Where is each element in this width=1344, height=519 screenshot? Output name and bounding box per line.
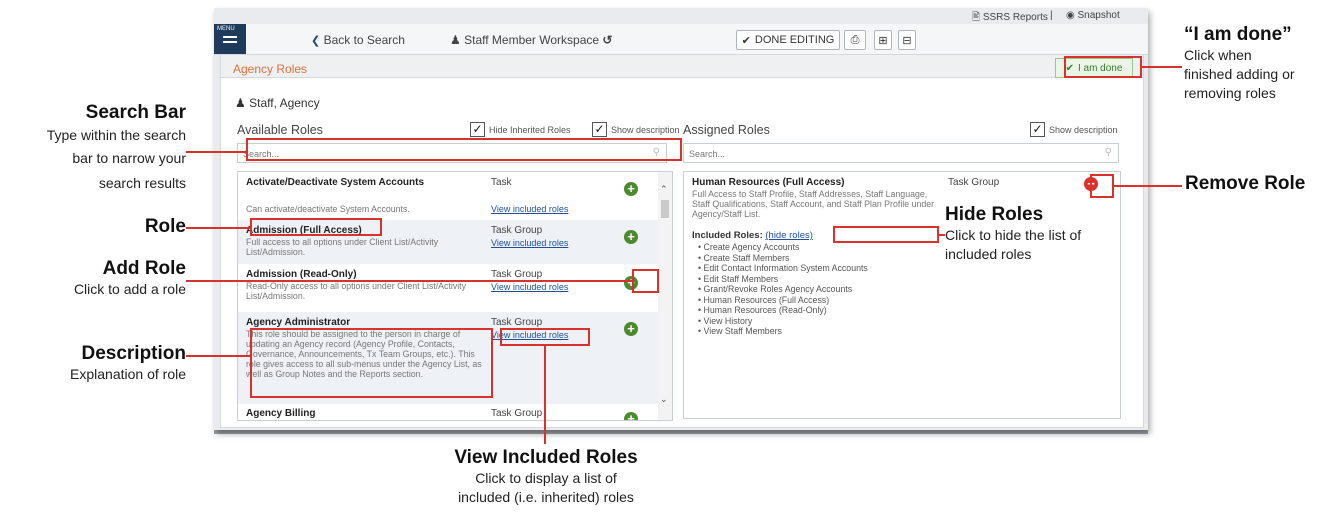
list-item: • Grant/Revoke Roles Agency Accounts <box>698 284 853 294</box>
description-callout: Description Explanation of role <box>70 343 186 382</box>
highlight-i-am-done <box>1064 56 1142 78</box>
checkbox-box[interactable]: ✓ <box>470 122 485 137</box>
list-item: • View Staff Members <box>698 326 782 336</box>
list-item: • Edit Contact Information System Accoun… <box>698 263 868 273</box>
role-name: Admission (Read-Only) <box>246 269 357 280</box>
connector-add-role <box>186 280 632 282</box>
role-name: Agency Billing <box>246 408 316 419</box>
role-name: Human Resources (Full Access) <box>692 177 845 188</box>
print-icon: ⎙ <box>850 33 860 46</box>
assigned-search-input[interactable]: Search... ⚲ <box>683 143 1119 163</box>
view-included-roles-link[interactable]: View included roles <box>491 282 568 292</box>
list-item[interactable]: Admission (Read-Only) Read-Only access t… <box>238 264 658 312</box>
check-icon: ✔ <box>741 34 751 47</box>
view-included-roles-link[interactable]: View included roles <box>491 238 568 248</box>
role-description: Read-Only access to all options under Cl… <box>246 281 467 301</box>
list-item: • Human Resources (Full Access) <box>698 294 830 305</box>
role-type: Task Group <box>948 177 1000 188</box>
list-item[interactable]: Activate/Deactivate System Accounts Can … <box>238 172 658 220</box>
highlight-remove-role <box>1090 174 1114 198</box>
i-am-done-callout: “I am done” Click when finished adding o… <box>1184 24 1295 101</box>
highlight-view-included <box>500 328 590 346</box>
search-icon: ⚲ <box>1104 147 1112 158</box>
hide-inherited-checkbox[interactable]: ✓ Hide Inherited Roles <box>470 122 571 137</box>
panel-header: Agency Roles ✔ I am done <box>221 55 1143 78</box>
checkbox-box[interactable]: ✓ <box>1030 122 1045 137</box>
role-description: Full Access to Staff Profile, Staff Addr… <box>692 189 935 219</box>
list-item: • Create Agency Accounts <box>698 242 800 252</box>
user-icon: ♟ <box>235 96 246 110</box>
list-item: • View History <box>698 315 753 326</box>
role-type: Task Group <box>491 317 543 328</box>
hide-roles-link[interactable]: (hide roles) <box>765 230 813 241</box>
show-description-checkbox[interactable]: ✓ Show description <box>592 122 680 137</box>
plus-circle-icon[interactable]: + <box>624 230 638 244</box>
list-scrollbar[interactable]: ⌃ ⌄ <box>658 172 672 420</box>
panel-title: Agency Roles <box>233 62 308 76</box>
available-roles-heading: Available Roles <box>237 123 323 137</box>
included-roles-line: Included Roles: (hide roles) <box>692 230 813 241</box>
highlight-hide-roles <box>833 226 939 243</box>
scroll-thumb[interactable] <box>661 200 669 218</box>
nav-bar: MENU ❮ Back to Search ♟ Staff Member Wor… <box>214 24 1148 55</box>
document-icon: 🖹 <box>972 12 981 23</box>
plus-circle-icon[interactable]: + <box>624 412 638 420</box>
connector-role <box>186 227 250 229</box>
role-callout: Role <box>144 216 186 237</box>
add-role-callout: Add Role Click to add a role <box>73 258 186 297</box>
connector-remove-role <box>1114 185 1182 187</box>
role-description: Can activate/deactivate System Accounts. <box>246 204 410 214</box>
highlight-add-role <box>632 269 659 293</box>
list-item: • Edit Staff Members <box>698 273 779 284</box>
back-to-search-link[interactable]: ❮ Back to Search <box>311 33 405 47</box>
scroll-up-icon[interactable]: ⌃ <box>660 184 668 195</box>
hamburger-icon <box>223 36 237 46</box>
list-item[interactable]: Agency Billing Task Group + <box>238 404 658 420</box>
hide-roles-callout: Hide Roles Click to hide the list of inc… <box>945 204 1082 262</box>
role-type: Task Group <box>491 225 543 236</box>
view-included-callout: View Included Roles Click to display a l… <box>454 447 638 505</box>
connector-description <box>186 355 250 357</box>
expand-icon: ⊞ <box>878 34 888 47</box>
user-icon: ♟ <box>450 33 461 47</box>
highlight-role <box>250 218 382 236</box>
connector-i-am-done <box>1142 66 1182 68</box>
highlight-search-bar <box>246 138 682 161</box>
snapshot-link[interactable]: ◉ Snapshot <box>1066 10 1120 21</box>
role-name: Activate/Deactivate System Accounts <box>246 177 425 188</box>
role-description: Full access to all options under Client … <box>246 237 439 257</box>
plus-circle-icon[interactable]: + <box>624 182 638 196</box>
highlight-description <box>250 328 493 398</box>
role-type: Task Group <box>491 269 543 280</box>
staff-name: ♟ Staff, Agency <box>235 96 320 110</box>
assigned-show-description-checkbox[interactable]: ✓ Show description <box>1030 122 1118 137</box>
menu-button[interactable]: MENU <box>214 24 246 54</box>
expand-button[interactable]: ⊞ <box>874 30 892 50</box>
workspace-title: ♟ Staff Member Workspace ↺ <box>450 33 613 47</box>
list-item: • Human Resources (Read-Only) <box>698 305 827 315</box>
plus-circle-icon[interactable]: + <box>624 322 638 336</box>
refresh-icon[interactable]: ↺ <box>602 33 612 47</box>
eye-icon: ◉ <box>1066 10 1075 21</box>
done-editing-button[interactable]: ✔ DONE EDITING <box>736 30 840 50</box>
role-type: Task <box>491 177 512 188</box>
topbar-separator: | <box>1050 10 1053 21</box>
checkbox-box[interactable]: ✓ <box>592 122 607 137</box>
connector-view-included <box>544 346 546 444</box>
role-name: Agency Administrator <box>246 317 351 328</box>
role-type: Task Group <box>491 408 543 419</box>
connector-search <box>186 151 246 153</box>
view-included-roles-link[interactable]: View included roles <box>491 204 568 214</box>
search-bar-callout: Search Bar Type within the search bar to… <box>46 102 186 191</box>
collapse-button[interactable]: ⊟ <box>898 30 916 50</box>
included-roles-list: • Create Agency Accounts • Create Staff … <box>698 242 868 337</box>
assigned-roles-heading: Assigned Roles <box>683 123 770 137</box>
remove-role-callout: Remove Role <box>1185 173 1306 194</box>
utility-bar: 🖹 SSRS Reports | ◉ Snapshot <box>214 8 1148 24</box>
list-item: • Create Staff Members <box>698 252 790 263</box>
back-arrow-icon: ❮ <box>311 35 321 47</box>
collapse-icon: ⊟ <box>902 34 912 47</box>
print-button[interactable]: ⎙ <box>844 30 866 50</box>
scroll-down-icon[interactable]: ⌄ <box>660 394 668 405</box>
